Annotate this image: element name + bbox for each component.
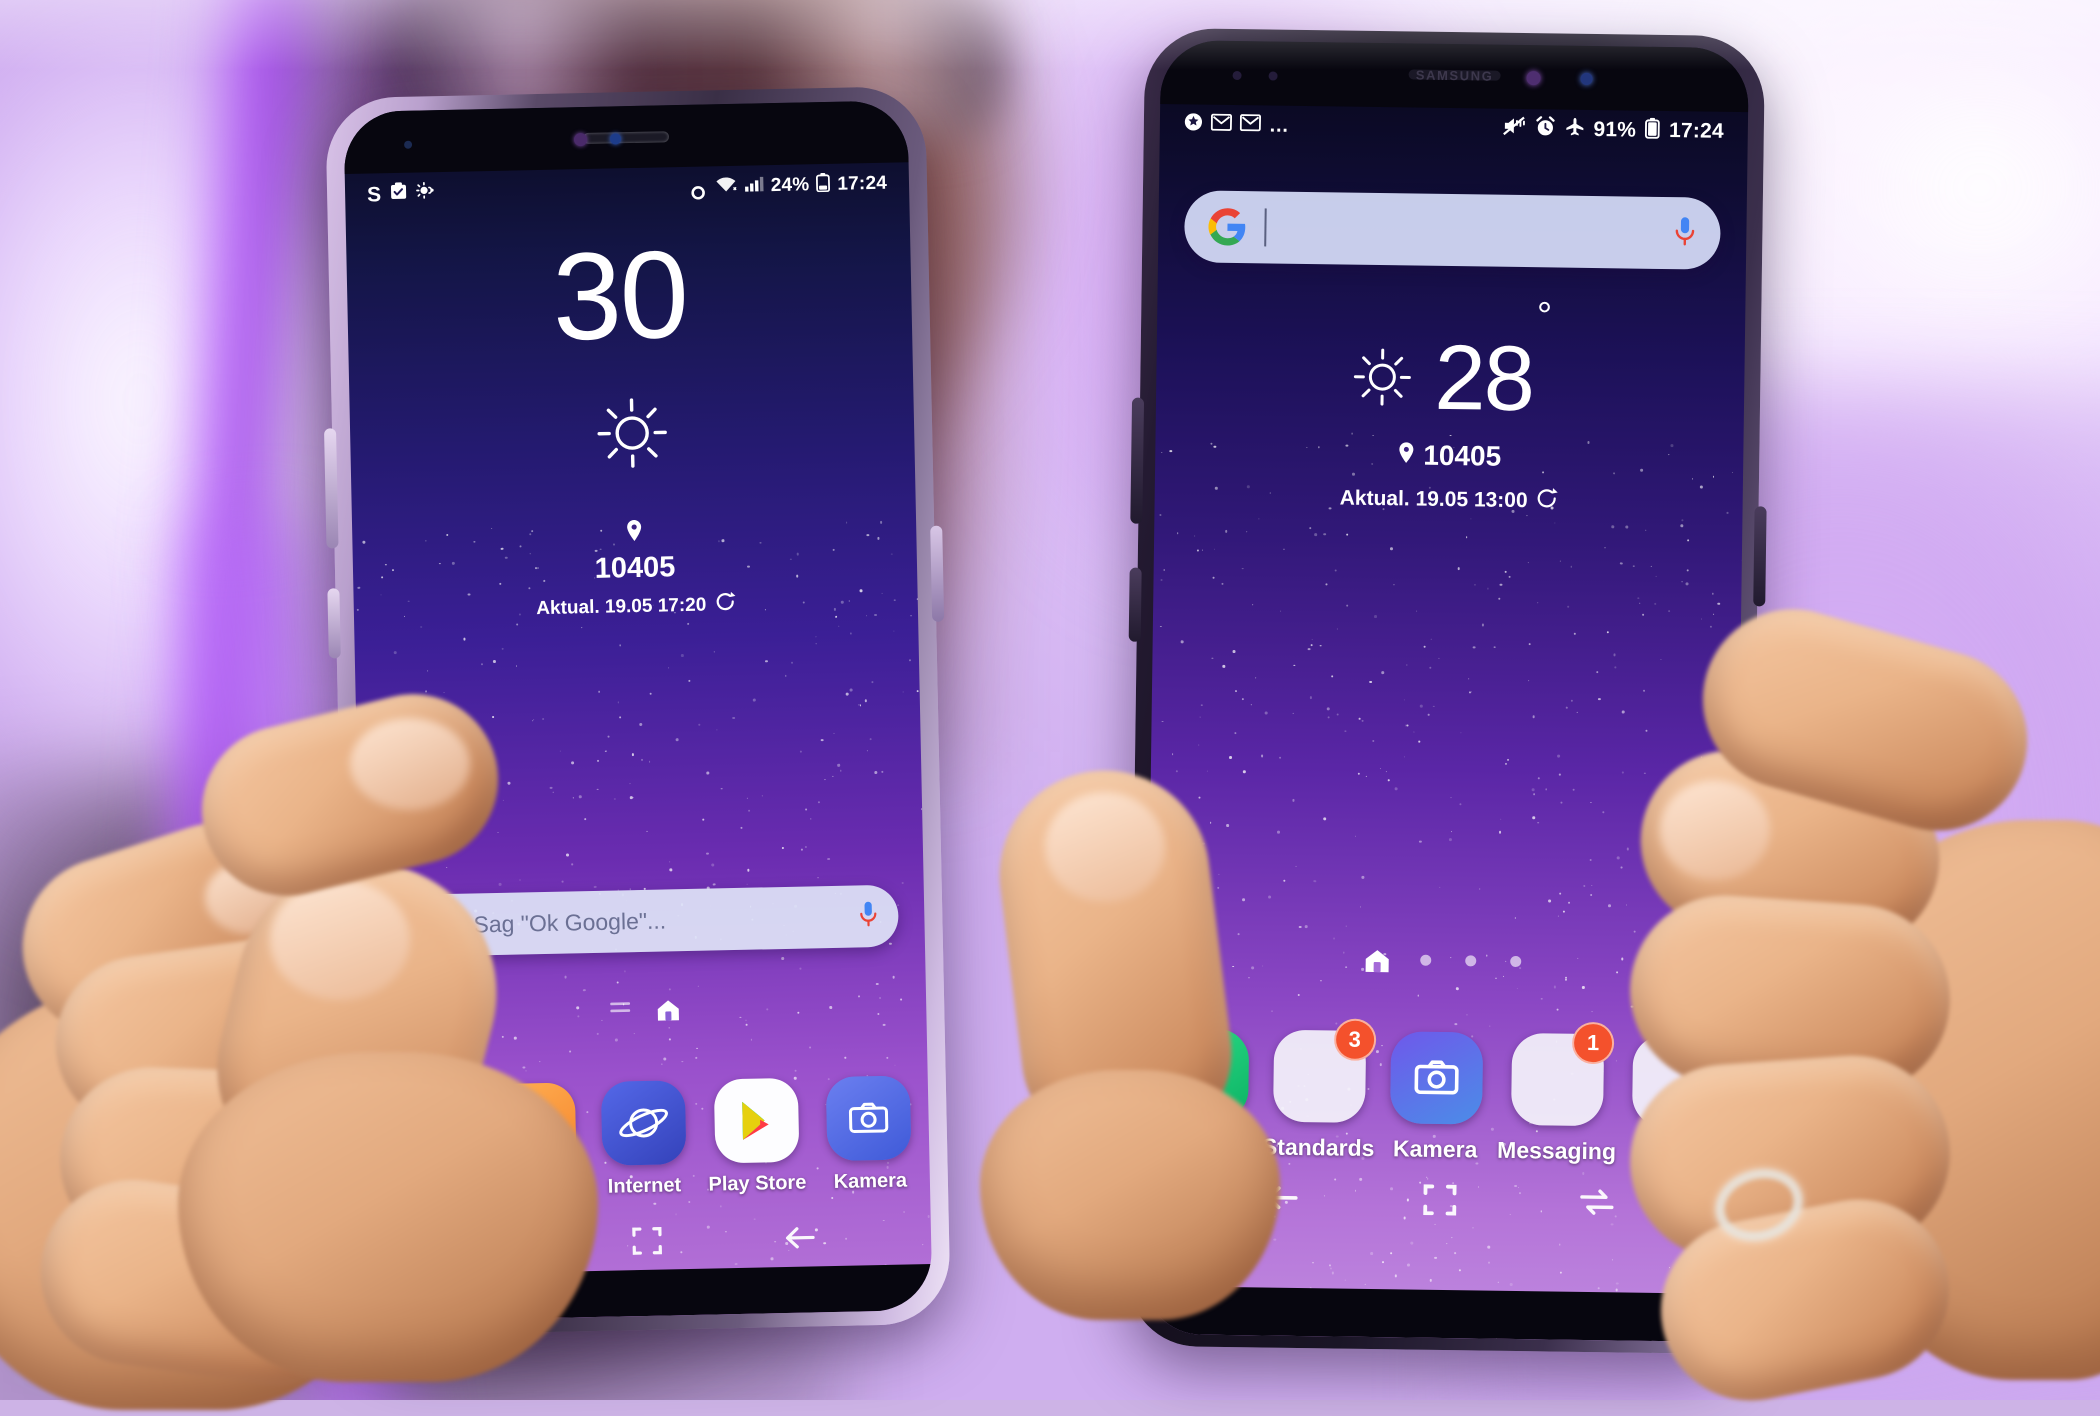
left-phone-power-button[interactable] [930,526,944,622]
home-page-icon[interactable] [656,999,678,1019]
sun-icon [349,390,915,481]
airplane-mode-icon [1564,117,1584,143]
more-dots-icon: … [1269,115,1291,135]
dock-label-kamera: Kamera [1393,1135,1478,1163]
gmail-icon [1211,113,1232,137]
back-button[interactable] [782,1222,819,1258]
right-weather-widget[interactable]: 28° 10405 Aktual. 19.05 13:00 [1155,328,1745,518]
clipboard-icon [390,182,407,206]
left-battery-percent: 24% [771,174,810,197]
right-phone-power-button[interactable] [1753,506,1766,606]
right-phone-bottom-bezel [1143,1286,1732,1342]
camera-icon[interactable] [826,1075,912,1161]
right-phone-volume-button[interactable] [1130,398,1144,524]
left-location-value: 10405 [594,551,675,586]
right-search-input[interactable] [1284,228,1673,233]
left-weather-widget[interactable]: 30° 10405 Aktual. 19.05 17:20 [346,228,918,626]
left-updated-text: Aktual. 19.05 17:20 [536,594,706,620]
badge-count: 1 [1572,1022,1615,1065]
right-location-value: 10405 [1423,440,1501,473]
search-caret [1264,208,1267,246]
location-pin-icon [1397,439,1415,471]
right-updated-text: Aktual. 19.05 13:00 [1340,486,1528,513]
left-phone-bixby-button[interactable] [327,588,340,658]
page-dot[interactable] [1465,955,1476,966]
left-clock: 17:24 [837,173,887,196]
wifi-icon [715,175,737,198]
battery-icon [1645,117,1660,144]
right-location-row: 10405 [1155,436,1743,476]
brightness-icon [416,181,435,205]
right-google-search-bar[interactable] [1184,190,1721,269]
right-phone-status-bar: … 91% 17:24 [1160,104,1749,152]
sun-icon [1352,347,1413,408]
folder-icon[interactable]: 1 [1511,1033,1604,1126]
skype-icon: S [367,184,381,205]
microphone-icon[interactable] [858,900,879,933]
page-dot[interactable] [1510,955,1521,966]
right-phone-bixby-button[interactable] [1129,568,1142,642]
signal-icon [744,175,764,198]
home-page-icon[interactable] [1364,949,1386,969]
game-icon [1184,112,1203,137]
recents-button[interactable] [1577,1185,1616,1223]
dock-item-messaging[interactable]: 1 Messaging [1497,1033,1618,1166]
left-temperature: 30° [346,228,913,368]
dock-label-play-store: Play Store [708,1172,806,1197]
left-location-row: 10405 [352,513,917,591]
battery-icon [816,172,831,197]
page-dot[interactable] [1420,954,1431,965]
google-g-icon [1208,208,1247,247]
left-phone-volume-button[interactable] [324,428,339,548]
gmail-icon [1240,113,1261,137]
mute-icon [1502,116,1525,142]
dock-item-kamera[interactable]: Kamera [1389,1031,1483,1163]
right-clock: 17:24 [1669,119,1724,144]
dock-label-kamera: Kamera [833,1169,907,1194]
home-button[interactable] [1421,1180,1460,1224]
refresh-icon[interactable] [1535,487,1557,515]
right-battery-percent: 91% [1593,118,1636,143]
location-pin-icon [625,519,644,548]
right-hand-thumb [990,770,1290,1290]
play-store-icon[interactable] [713,1078,799,1164]
dock-item-play-store[interactable]: Play Store [706,1078,807,1197]
right-temperature: 28 [1434,327,1534,430]
microphone-icon[interactable] [1673,215,1697,252]
alarm-icon [1534,116,1555,143]
left-index-finger [200,690,530,950]
right-hand-upper-finger [1660,600,2080,860]
badge-count: 3 [1333,1018,1376,1061]
right-temp-row: 28° [1156,328,1745,428]
refresh-icon[interactable] [714,591,736,618]
dock-item-kamera[interactable]: Kamera [823,1075,916,1194]
camera-icon[interactable] [1390,1031,1483,1124]
dock-label-messaging: Messaging [1497,1137,1616,1166]
